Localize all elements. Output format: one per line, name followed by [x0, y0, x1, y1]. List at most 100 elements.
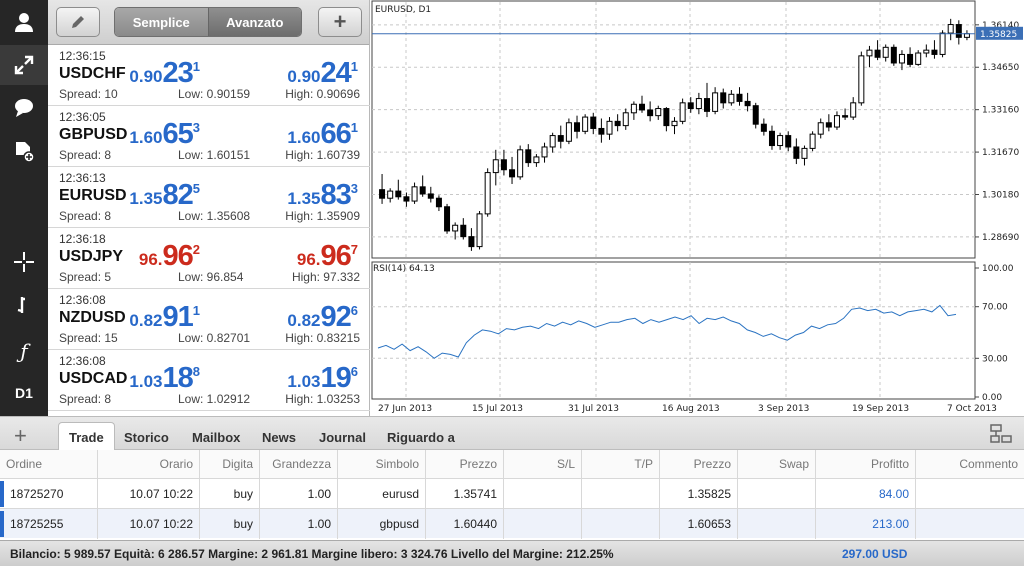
tab-mailbox[interactable]: Mailbox [182, 423, 250, 451]
ask-price-big: 66 [320, 118, 352, 150]
quote-time: 12:36:08 [59, 354, 106, 368]
table-cell [916, 509, 1024, 539]
ask-price[interactable]: 96.967 [297, 240, 358, 273]
table-header: Ordine Orario Digita Grandezza Simbolo Prezzo… [0, 450, 1024, 478]
bid-price-pip: 3 [192, 120, 200, 135]
ask-price[interactable]: 1.35833 [287, 179, 358, 212]
quote-row-gbpusd[interactable]: 12:36:05 GBPUSD Spread: 8 Low: 1.60151 High:… [48, 106, 370, 167]
table-cell: 1.00 [260, 479, 338, 509]
bid-price[interactable]: 0.90231 [129, 57, 200, 90]
column-header[interactable]: S/L [504, 450, 582, 478]
candle-body [817, 122, 824, 135]
quote-symbol: NZDUSD [59, 309, 126, 326]
candle-body [630, 103, 637, 114]
candle-body [801, 147, 808, 159]
candle-body [809, 133, 816, 149]
tab-news[interactable]: News [252, 423, 306, 451]
table-cell [582, 479, 660, 509]
candle-body [606, 120, 613, 135]
candle-body [760, 123, 767, 132]
bid-price-prefix: 0.82 [129, 311, 163, 330]
quote-row-nzdusd[interactable]: 12:36:08 NZDUSD Spread: 15 Low: 0.82701 High… [48, 289, 370, 350]
date-tick-label: 15 Jul 2013 [472, 404, 523, 414]
view-mode-toggle: Semplice Avanzato [114, 7, 302, 37]
candle-body [947, 24, 954, 34]
candle-body [736, 93, 743, 102]
chat-icon[interactable] [0, 88, 48, 128]
table-row[interactable]: 18725270 10.07 10:22 buy 1.00 eurusd 1.35741 1… [0, 478, 1024, 509]
terminal-tabs: + Trade Storico Mailbox News Journal Riguardo… [0, 416, 1024, 452]
quote-row-usdcad[interactable]: 12:36:08 USDCAD Spread: 8 Low: 1.02912 High:… [48, 350, 370, 411]
bid-price-prefix: 96. [138, 250, 163, 269]
tab-riguardo-a[interactable]: Riguardo a [377, 423, 465, 451]
candle-body [890, 46, 897, 64]
candle-body [379, 189, 386, 199]
expand-icon[interactable] [0, 45, 48, 85]
ask-price[interactable]: 1.60661 [287, 118, 358, 151]
edit-button[interactable] [56, 7, 100, 37]
column-header[interactable]: Prezzo [660, 450, 738, 478]
candle-body [484, 172, 491, 215]
column-header[interactable]: Digita [200, 450, 260, 478]
candle-body [582, 116, 589, 132]
column-header[interactable]: Grandezza [260, 450, 338, 478]
column-header[interactable]: Commento [916, 450, 1024, 478]
quote-symbol: USDCHF [59, 65, 126, 82]
ask-price[interactable]: 1.03196 [287, 362, 358, 395]
price-chart[interactable]: 27 Jun 2013 15 Jul 2013 31 Jul 2013 16 Aug … [370, 0, 1024, 416]
rsi-line [377, 304, 957, 359]
bid-price[interactable]: 96.962 [139, 240, 200, 273]
add-symbol-button[interactable]: + [318, 7, 362, 37]
price-tick-label: 1.30180 [982, 191, 1019, 201]
quote-row-usdjpy[interactable]: 12:36:18 USDJPY Spread: 5 Low: 96.854 High: … [48, 228, 370, 289]
bid-price[interactable]: 1.35825 [129, 179, 200, 212]
candle-body [833, 115, 840, 128]
column-header[interactable]: Swap [738, 450, 816, 478]
candle-body [525, 149, 532, 164]
ask-price[interactable]: 0.90241 [287, 57, 358, 90]
candle-body [509, 169, 516, 178]
column-header[interactable]: Orario [98, 450, 200, 478]
date-tick-label: 27 Jun 2013 [378, 404, 432, 414]
timeframe-button[interactable]: D1 [0, 373, 48, 413]
quote-spread: Spread: 8 [59, 392, 112, 406]
segment-advanced[interactable]: Avanzato [208, 8, 301, 36]
candle-body [622, 112, 629, 127]
tab-journal[interactable]: Journal [309, 423, 376, 451]
quote-row-eurusd[interactable]: 12:36:13 EURUSD Spread: 8 Low: 1.35608 High:… [48, 167, 370, 228]
layout-icon[interactable] [990, 424, 1012, 444]
bid-price-prefix: 0.90 [129, 67, 163, 86]
chart-panel[interactable]: 27 Jun 2013 15 Jul 2013 31 Jul 2013 16 Aug … [370, 0, 1024, 416]
table-cell: gbpusd [338, 509, 426, 539]
column-header[interactable]: Ordine [0, 450, 98, 478]
table-cell: buy [200, 479, 260, 509]
quote-spread: Spread: 8 [59, 148, 112, 162]
crosshair-icon[interactable] [0, 242, 48, 282]
candle-body [898, 53, 905, 64]
chart-type-icon[interactable] [0, 285, 48, 325]
price-tick-label: 1.28690 [982, 233, 1019, 243]
table-row[interactable]: 18725255 10.07 10:22 buy 1.00 gbpusd 1.60440 1… [0, 508, 1024, 539]
bid-price[interactable]: 1.03188 [129, 362, 200, 395]
table-cell: 1.60653 [660, 509, 738, 539]
column-header[interactable]: Prezzo [426, 450, 504, 478]
segment-simple[interactable]: Semplice [115, 8, 209, 36]
bid-price[interactable]: 0.82911 [129, 301, 200, 334]
candle-body [435, 197, 442, 208]
user-icon[interactable] [0, 2, 48, 42]
column-header[interactable]: Simbolo [338, 450, 426, 478]
bid-price[interactable]: 1.60653 [129, 118, 200, 151]
column-header[interactable]: Profitto [816, 450, 916, 478]
quote-row-usdchf[interactable]: 12:36:15 USDCHF Spread: 10 Low: 0.90159 High… [48, 45, 370, 106]
column-header[interactable]: T/P [582, 450, 660, 478]
tab-storico[interactable]: Storico [114, 423, 179, 451]
tab-trade[interactable]: Trade [58, 422, 115, 452]
add-document-icon[interactable] [0, 132, 48, 172]
quote-spread: Spread: 5 [59, 270, 112, 284]
bid-price-pip: 8 [192, 364, 200, 379]
candle-body [939, 32, 946, 55]
indicator-icon[interactable]: ƒ [0, 331, 48, 371]
pencil-icon [72, 16, 84, 28]
ask-price[interactable]: 0.82926 [287, 301, 358, 334]
add-icon[interactable]: + [14, 423, 27, 449]
